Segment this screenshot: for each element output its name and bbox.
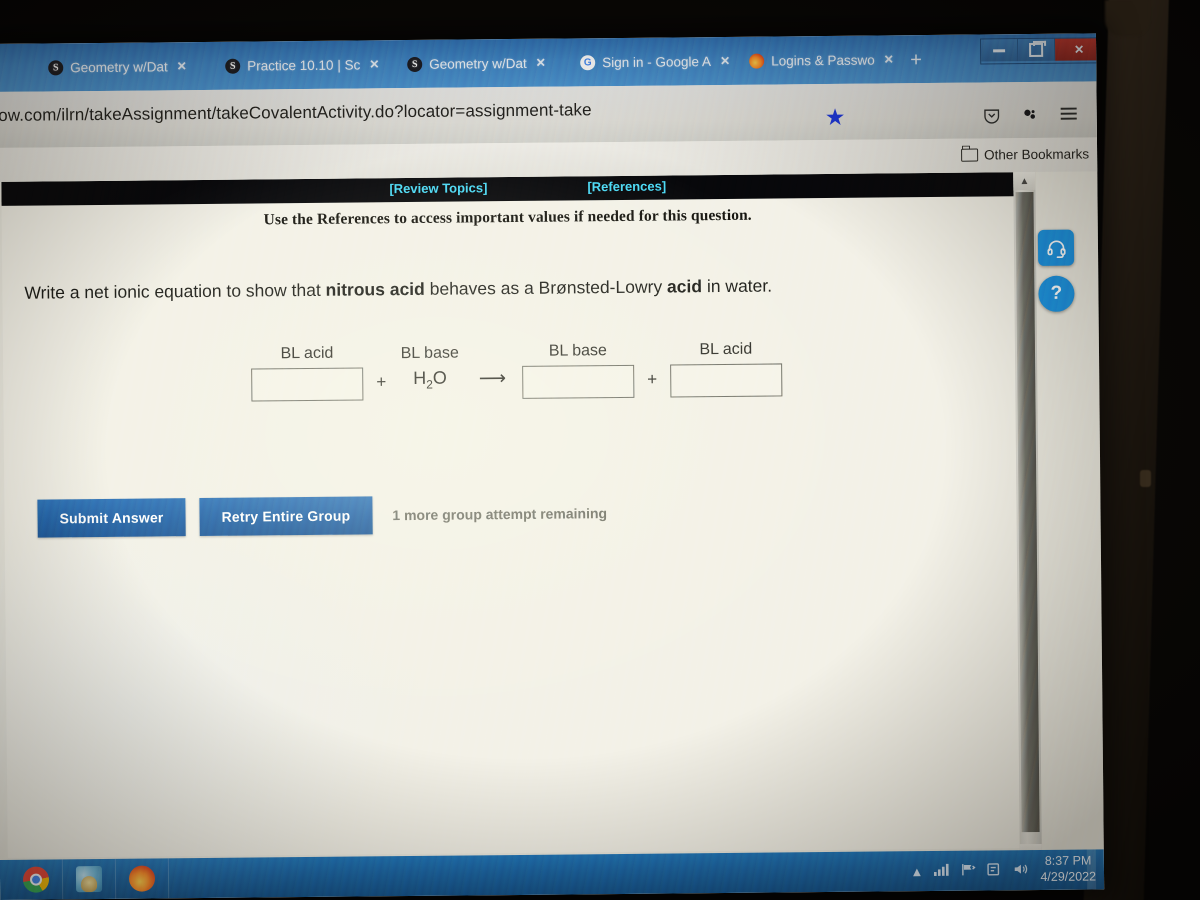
floating-help-buttons: ? [1037,229,1075,312]
taskbar-firefox-button[interactable] [115,858,170,899]
browser-tab-0-partial[interactable]: ✕ [0,53,16,83]
assignment-page: [Review Topics] [References] Use the Ref… [1,172,1020,858]
tab-close-icon[interactable]: ✕ [369,57,379,71]
laptop-screen: ✕ S Geometry w/Dat ✕ S Practice 10.10 | … [0,33,1105,900]
firefox-icon [749,53,765,69]
laptop-hinge [1105,0,1149,36]
folder-icon [961,148,979,162]
tab-title: Sign in - Google A [602,53,712,70]
show-desktop-button[interactable] [1086,849,1097,890]
show-hidden-icons-icon[interactable]: ▲ [910,864,923,879]
webassign-s-icon: S [407,56,423,72]
network-signal-icon[interactable] [934,863,950,879]
photo-of-laptop-screen: ✕ S Geometry w/Dat ✕ S Practice 10.10 | … [0,0,1200,900]
question-post: in water. [701,275,773,297]
question-mid: behaves as a Brønsted-Lowry [424,276,668,299]
google-g-icon: G [580,54,596,70]
restore-button[interactable] [1018,38,1056,62]
close-window-button[interactable]: ✕ [1054,38,1104,61]
attempts-remaining-text: 1 more group attempt remaining [392,505,608,524]
tab-title: Geometry w/Dat [70,58,168,75]
minimize-button[interactable] [981,39,1019,62]
question-pre: Write a net ionic equation to show that [24,279,326,303]
window-controls: ✕ [979,37,1105,65]
retry-entire-group-button[interactable]: Retry Entire Group [199,496,373,537]
references-link[interactable]: [References] [587,179,666,195]
chrome-icon [22,866,50,893]
tab-close-icon[interactable]: ✕ [720,54,730,68]
question-text: Write a net ionic equation to show that … [24,272,984,304]
clock-time: 8:37 PM [1044,853,1092,869]
help-question-icon[interactable]: ? [1038,275,1075,312]
scrollbar-thumb[interactable] [1015,192,1040,833]
support-headset-icon[interactable] [1037,229,1075,266]
browser-tab-2[interactable]: S Practice 10.10 | Sc ✕ [225,49,379,80]
question-bold-acid: acid [666,276,703,297]
volume-icon[interactable] [1013,862,1029,879]
browser-tab-4[interactable]: G Sign in - Google A ✕ [580,46,730,77]
taskbar-chrome-button[interactable] [9,859,64,900]
webassign-s-icon: S [48,59,64,75]
tab-title: Logins & Passwo [771,52,875,69]
browser-tab-1[interactable]: S Geometry w/Dat ✕ [48,51,187,82]
equation-slot-3: BL base [522,342,635,399]
bookmark-star-icon[interactable]: ★ [825,104,846,130]
taskbar-app-buttons [9,858,170,900]
slot-label: BL acid [280,344,334,363]
submit-answer-button[interactable]: Submit Answer [37,498,186,538]
scroll-up-arrow-icon[interactable]: ▲ [1013,171,1036,191]
review-topics-link[interactable]: [Review Topics] [389,180,487,196]
plus-sign-1: + [376,372,387,392]
slot-label: BL base [400,344,459,363]
other-bookmarks-item[interactable]: Other Bookmarks [961,146,1089,162]
question-bold-nitrous-acid: nitrous acid [325,278,425,300]
tab-close-icon[interactable]: ✕ [536,56,546,70]
new-tab-button[interactable]: + [910,49,922,72]
browser-tab-3[interactable]: S Geometry w/Dat ✕ [407,48,546,79]
menu-icon[interactable] [1059,106,1079,128]
extension-icon[interactable] [1021,106,1039,129]
equation-slot-1: BL acid [251,344,364,402]
action-center-icon[interactable] [987,862,1002,879]
slot-label: BL base [548,342,608,360]
other-bookmarks-label: Other Bookmarks [983,146,1090,163]
plus-sign-2: + [647,369,658,389]
photos-icon [75,865,103,893]
system-tray: ▲ 8:37 PM 4/29/2022 [910,849,1097,891]
equation-row: BL acid + BL base H2O ⟶ BL base + BL aci… [251,340,783,402]
tab-title: Geometry w/Dat [429,55,527,72]
pocket-icon[interactable] [983,106,1001,129]
tab-close-icon[interactable]: ✕ [884,52,894,66]
action-button-row: Submit Answer Retry Entire Group 1 more … [37,494,608,538]
webassign-s-icon: S [225,58,241,74]
url-input[interactable]: now.com/ilrn/takeAssignment/takeCovalent… [0,100,592,126]
reference-note: Use the References to access important v… [263,206,752,229]
slot-label: BL acid [699,340,753,359]
bezel-marking [1140,470,1151,487]
tab-title: Practice 10.10 | Sc [247,56,361,74]
taskbar-photos-button[interactable] [62,858,117,900]
water-formula: H2O [413,368,447,392]
product-acid-input[interactable] [669,363,783,398]
product-base-input[interactable] [522,364,635,399]
reactant-acid-input[interactable] [251,367,364,402]
equation-slot-4: BL acid [669,340,783,398]
reaction-arrow: ⟶ [478,368,505,390]
equation-slot-2-water: BL base H2O [399,345,461,400]
network-flag-icon[interactable] [961,862,976,879]
tab-close-icon[interactable]: ✕ [177,59,187,73]
browser-tab-5[interactable]: Logins & Passwo ✕ [749,44,894,75]
firefox-icon [128,865,156,892]
